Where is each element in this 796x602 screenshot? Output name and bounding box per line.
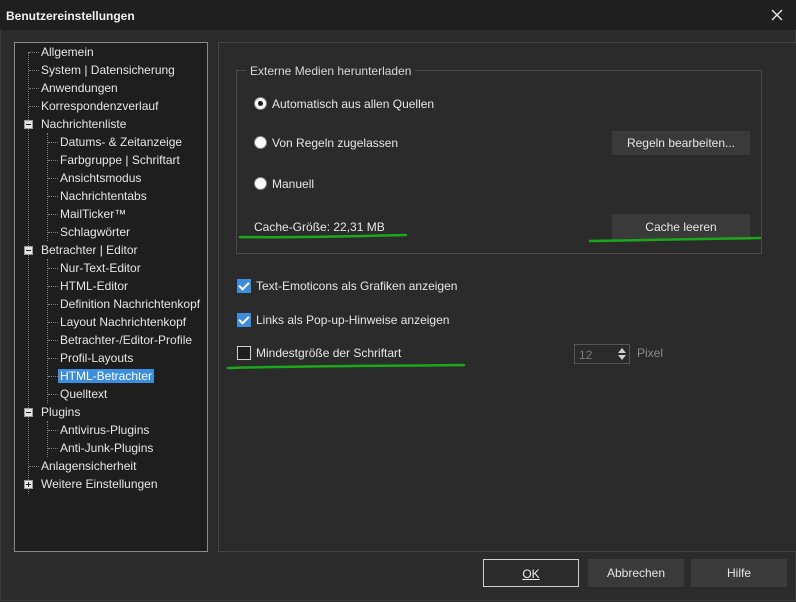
radio-von-regeln[interactable] bbox=[254, 136, 267, 149]
tree-item-anwendungen[interactable]: Anwendungen bbox=[39, 79, 120, 97]
tree-item-ansichtsmodus[interactable]: Ansichtsmodus bbox=[58, 169, 143, 187]
tree-item-farbgruppe[interactable]: Farbgruppe | Schriftart bbox=[58, 151, 182, 169]
annotation-underline bbox=[238, 233, 408, 239]
tree-connector bbox=[48, 178, 58, 179]
min-font-size-unit: Pixel bbox=[637, 346, 664, 360]
checkbox-links-popup[interactable] bbox=[237, 313, 251, 327]
checkbox-links-popup-label[interactable]: Links als Pop-up-Hinweise anzeigen bbox=[256, 313, 449, 327]
help-button[interactable]: Hilfe bbox=[691, 559, 787, 587]
tree-connector bbox=[47, 259, 48, 403]
ok-button-label: OK bbox=[522, 567, 540, 581]
tree-connector bbox=[48, 394, 58, 395]
tree-connector bbox=[29, 88, 39, 89]
tree-item-schlagwoerter[interactable]: Schlagwörter bbox=[58, 223, 132, 241]
tree-item-nachrichtentabs[interactable]: Nachrichtentabs bbox=[58, 187, 149, 205]
tree-item-html-editor[interactable]: HTML-Editor bbox=[58, 277, 130, 295]
tree-connector bbox=[48, 214, 58, 215]
tree-connector bbox=[47, 133, 48, 241]
expand-icon[interactable] bbox=[24, 480, 33, 489]
radio-manuell-label[interactable]: Manuell bbox=[272, 177, 314, 191]
ok-button[interactable]: OK bbox=[483, 559, 579, 587]
collapse-icon[interactable] bbox=[24, 246, 33, 255]
radio-manuell[interactable] bbox=[254, 177, 267, 190]
tree-item-mailticker[interactable]: MailTicker™ bbox=[58, 205, 128, 223]
tree-item-plugins[interactable]: Plugins bbox=[39, 403, 82, 421]
close-icon[interactable] bbox=[766, 5, 788, 25]
tree-item-system[interactable]: System | Datensicherung bbox=[39, 61, 177, 79]
tree-connector bbox=[48, 286, 58, 287]
tree-connector bbox=[48, 304, 58, 305]
tree-connector bbox=[48, 448, 58, 449]
external-media-group-title: Externe Medien herunterladen bbox=[246, 64, 416, 78]
tree-connector bbox=[48, 142, 58, 143]
min-font-size-value: 12 bbox=[579, 348, 593, 362]
collapse-icon[interactable] bbox=[24, 408, 33, 417]
tree-connector bbox=[48, 340, 58, 341]
settings-tree[interactable]: Allgemein System | Datensicherung Anwend… bbox=[14, 42, 208, 552]
tree-connector bbox=[28, 52, 29, 494]
tree-item-layout-nachrichtenkopf[interactable]: Layout Nachrichtenkopf bbox=[58, 313, 188, 331]
tree-connector bbox=[29, 52, 39, 53]
tree-connector bbox=[48, 160, 58, 161]
window-title: Benutzereinstellungen bbox=[6, 9, 135, 23]
tree-item-definition-nachrichtenkopf[interactable]: Definition Nachrichtenkopf bbox=[58, 295, 202, 313]
tree-connector bbox=[48, 322, 58, 323]
tree-connector bbox=[47, 421, 48, 457]
cancel-button[interactable]: Abbrechen bbox=[588, 559, 684, 587]
radio-automatisch-label[interactable]: Automatisch aus allen Quellen bbox=[272, 97, 434, 111]
radio-von-regeln-label[interactable]: Von Regeln zugelassen bbox=[272, 136, 398, 150]
tree-connector bbox=[48, 430, 58, 431]
title-bar: Benutzereinstellungen bbox=[0, 0, 796, 30]
rules-edit-button[interactable]: Regeln bearbeiten... bbox=[612, 131, 750, 155]
annotation-underline bbox=[226, 363, 466, 370]
tree-item-korrespondenzverlauf[interactable]: Korrespondenzverlauf bbox=[39, 97, 160, 115]
tree-item-quelltext[interactable]: Quelltext bbox=[58, 385, 109, 403]
tree-item-profil-layouts[interactable]: Profil-Layouts bbox=[58, 349, 135, 367]
tree-item-antivirus-plugins[interactable]: Antivirus-Plugins bbox=[58, 421, 151, 439]
tree-connector bbox=[48, 358, 58, 359]
annotation-underline bbox=[588, 236, 762, 243]
tree-connector bbox=[48, 232, 58, 233]
tree-item-weitere-einstellungen[interactable]: Weitere Einstellungen bbox=[39, 475, 160, 493]
tree-item-anti-junk-plugins[interactable]: Anti-Junk-Plugins bbox=[58, 439, 155, 457]
tree-connector bbox=[29, 70, 39, 71]
checkbox-text-emoticons-label[interactable]: Text-Emoticons als Grafiken anzeigen bbox=[256, 279, 457, 293]
tree-item-anlagensicherheit[interactable]: Anlagensicherheit bbox=[39, 457, 138, 475]
tree-item-allgemein[interactable]: Allgemein bbox=[39, 43, 96, 61]
tree-item-betrachter-editor[interactable]: Betrachter | Editor bbox=[39, 241, 140, 259]
tree-item-html-betrachter[interactable]: HTML-Betrachter bbox=[58, 367, 155, 385]
tree-item-datums-zeitanzeige[interactable]: Datums- & Zeitanzeige bbox=[58, 133, 184, 151]
checkbox-min-font-size-label[interactable]: Mindestgröße der Schriftart bbox=[256, 346, 401, 360]
tree-connector bbox=[29, 466, 39, 467]
min-font-size-stepper[interactable]: 12 bbox=[574, 344, 630, 364]
tree-connector bbox=[48, 196, 58, 197]
tree-connector bbox=[29, 106, 39, 107]
tree-item-nur-text-editor[interactable]: Nur-Text-Editor bbox=[58, 259, 143, 277]
collapse-icon[interactable] bbox=[24, 120, 33, 129]
tree-connector bbox=[48, 268, 58, 269]
tree-item-editor-profile[interactable]: Betrachter-/Editor-Profile bbox=[58, 331, 194, 349]
checkbox-min-font-size[interactable] bbox=[237, 346, 251, 360]
checkbox-text-emoticons[interactable] bbox=[237, 279, 251, 293]
spin-arrows-icon[interactable] bbox=[617, 347, 627, 361]
tree-connector bbox=[48, 376, 58, 377]
tree-item-nachrichtenliste[interactable]: Nachrichtenliste bbox=[39, 115, 128, 133]
radio-automatisch[interactable] bbox=[254, 97, 267, 110]
